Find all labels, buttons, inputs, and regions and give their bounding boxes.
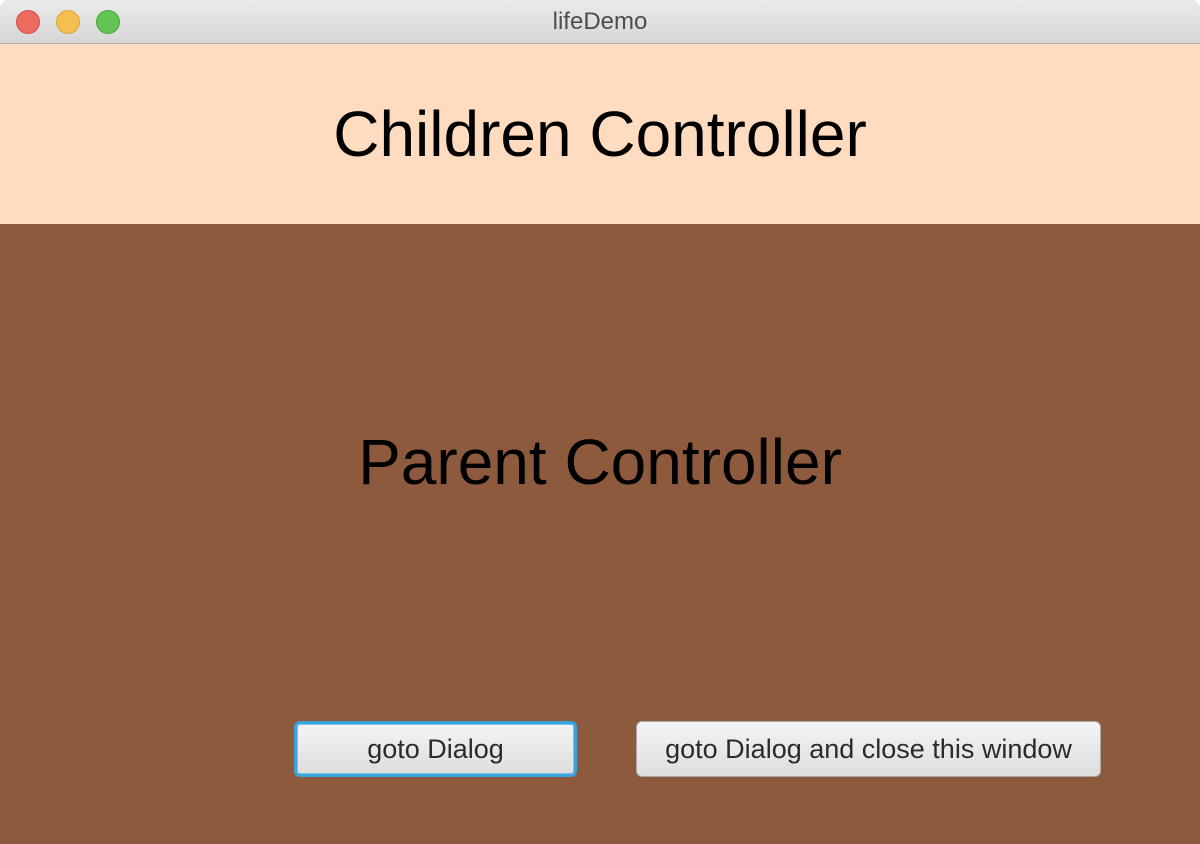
title-bar[interactable]: lifeDemo [0,0,1200,44]
app-window: lifeDemo Children Controller Parent Cont… [0,0,1200,844]
goto-dialog-close-window-button[interactable]: goto Dialog and close this window [636,721,1101,777]
children-controller-heading: Children Controller [333,98,867,170]
window-title: lifeDemo [552,8,648,35]
goto-dialog-button[interactable]: goto Dialog [294,721,577,777]
children-controller-pane: Children Controller [0,44,1200,224]
parent-controller-heading: Parent Controller [358,426,842,498]
parent-controller-pane: Parent Controller goto Dialog goto Dialo… [0,224,1200,844]
